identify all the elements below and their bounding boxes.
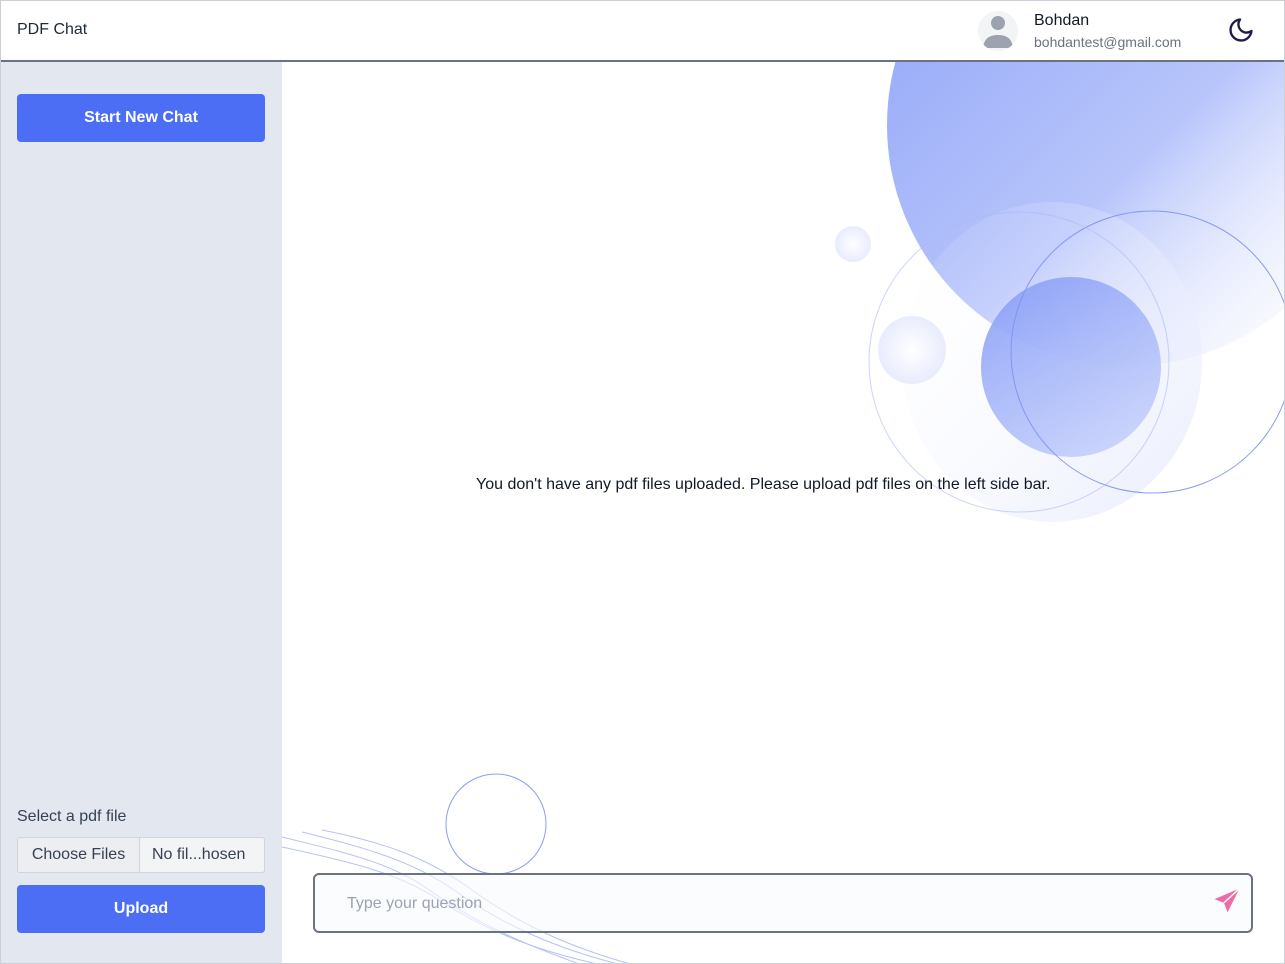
paper-plane-icon: [1212, 886, 1242, 921]
question-input[interactable]: [315, 875, 1195, 931]
app-window: PDF Chat Bohdan bohdantest@gmail.com Sta…: [0, 0, 1285, 964]
user-email: bohdantest@gmail.com: [1034, 34, 1182, 50]
user-avatar-icon[interactable]: [978, 11, 1018, 51]
chat-area: You don't have any pdf files uploaded. P…: [282, 62, 1284, 963]
empty-state-message: You don't have any pdf files uploaded. P…: [476, 476, 1051, 493]
theme-toggle-button[interactable]: [1225, 16, 1257, 48]
send-button[interactable]: [1211, 887, 1243, 919]
moon-icon: [1227, 16, 1255, 49]
file-input[interactable]: Choose Files No fil...hosen: [17, 837, 265, 873]
sidebar: Start New Chat Select a pdf file Choose …: [1, 62, 282, 963]
user-name: Bohdan: [1034, 12, 1090, 29]
file-status-text: No fil...hosen: [152, 846, 246, 863]
top-bar: PDF Chat Bohdan bohdantest@gmail.com: [1, 1, 1284, 62]
app-title: PDF Chat: [17, 21, 88, 38]
choose-files-button[interactable]: Choose Files: [18, 838, 140, 872]
select-file-label: Select a pdf file: [17, 808, 127, 825]
background-decoration: [282, 62, 1284, 963]
start-new-chat-button[interactable]: Start New Chat: [17, 94, 265, 142]
upload-button[interactable]: Upload: [17, 885, 265, 933]
question-input-box: [313, 873, 1253, 933]
